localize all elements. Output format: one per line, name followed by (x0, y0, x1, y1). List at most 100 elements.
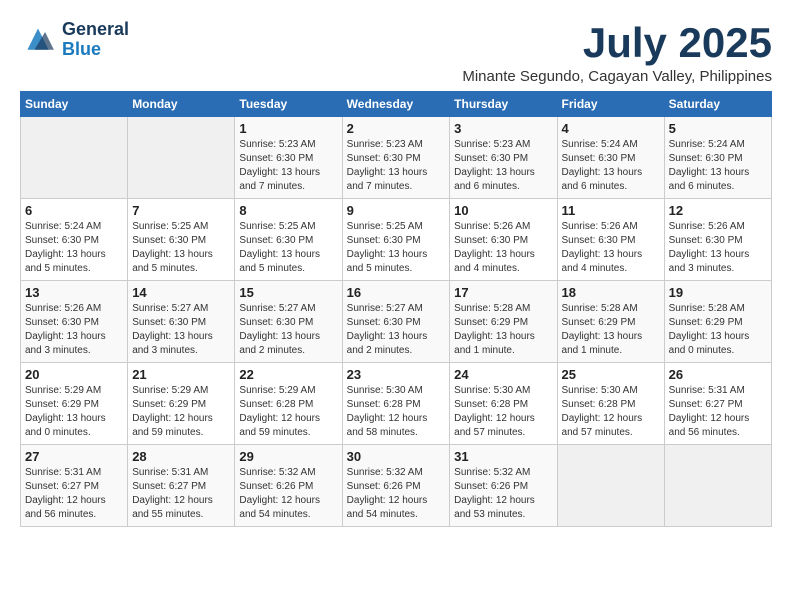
weekday-header-tuesday: Tuesday (235, 92, 342, 117)
day-number: 20 (25, 367, 123, 382)
calendar-cell: 5 Sunrise: 5:24 AM Sunset: 6:30 PM Daylig… (664, 117, 771, 199)
calendar-cell: 17Sunrise: 5:28 AM Sunset: 6:29 PM Dayli… (450, 281, 557, 363)
calendar-cell (664, 445, 771, 527)
weekday-header-monday: Monday (128, 92, 235, 117)
month-title: July 2025 (462, 20, 772, 66)
calendar-cell (128, 117, 235, 199)
calendar-cell: 30Sunrise: 5:32 AM Sunset: 6:26 PM Dayli… (342, 445, 450, 527)
location-subtitle: Minante Segundo, Cagayan Valley, Philipp… (462, 68, 772, 85)
day-number: 31 (454, 449, 552, 464)
calendar-cell: 6 Sunrise: 5:24 AM Sunset: 6:30 PM Daylig… (21, 199, 128, 281)
day-number: 22 (239, 367, 337, 382)
day-info: Sunrise: 5:31 AM Sunset: 6:27 PM Dayligh… (132, 466, 230, 522)
calendar-cell: 7Sunrise: 5:25 AM Sunset: 6:30 PM Daylig… (128, 199, 235, 281)
day-info: Sunrise: 5:23 AM Sunset: 6:30 PM Dayligh… (239, 138, 337, 194)
day-info: Sunrise: 5:26 AM Sunset: 6:30 PM Dayligh… (562, 220, 660, 276)
day-info: Sunrise: 5:29 AM Sunset: 6:28 PM Dayligh… (239, 384, 337, 440)
calendar-cell: 19 Sunrise: 5:28 AM Sunset: 6:29 PM Dayli… (664, 281, 771, 363)
day-number: 7 (132, 203, 230, 218)
day-number: 24 (454, 367, 552, 382)
day-info: Sunrise: 5:28 AM Sunset: 6:29 PM Dayligh… (454, 302, 552, 358)
calendar-cell: 16Sunrise: 5:27 AM Sunset: 6:30 PM Dayli… (342, 281, 450, 363)
day-info: Sunrise: 5:25 AM Sunset: 6:30 PM Dayligh… (239, 220, 337, 276)
day-number: 21 (132, 367, 230, 382)
day-number: 19 (669, 285, 767, 300)
day-number: 12 (669, 203, 767, 218)
day-info: Sunrise: 5:26 AM Sunset: 6:30 PM Dayligh… (25, 302, 123, 358)
day-info: Sunrise: 5:32 AM Sunset: 6:26 PM Dayligh… (454, 466, 552, 522)
day-info: Sunrise: 5:28 AM Sunset: 6:29 PM Dayligh… (669, 302, 767, 358)
day-number: 5 (669, 121, 767, 136)
calendar-cell: 14 Sunrise: 5:27 AM Sunset: 6:30 PM Dayli… (128, 281, 235, 363)
calendar-week-3: 13 Sunrise: 5:26 AM Sunset: 6:30 PM Dayli… (21, 281, 772, 363)
day-info: Sunrise: 5:30 AM Sunset: 6:28 PM Dayligh… (454, 384, 552, 440)
calendar-cell (557, 445, 664, 527)
day-info: Sunrise: 5:31 AM Sunset: 6:27 PM Dayligh… (669, 384, 767, 440)
day-number: 11 (562, 203, 660, 218)
calendar-cell: 1Sunrise: 5:23 AM Sunset: 6:30 PM Daylig… (235, 117, 342, 199)
day-number: 25 (562, 367, 660, 382)
calendar-cell: 25 Sunrise: 5:30 AM Sunset: 6:28 PM Dayli… (557, 363, 664, 445)
calendar-cell: 21 Sunrise: 5:29 AM Sunset: 6:29 PM Dayli… (128, 363, 235, 445)
day-number: 27 (25, 449, 123, 464)
day-number: 4 (562, 121, 660, 136)
day-number: 14 (132, 285, 230, 300)
calendar-cell: 22 Sunrise: 5:29 AM Sunset: 6:28 PM Dayli… (235, 363, 342, 445)
day-info: Sunrise: 5:26 AM Sunset: 6:30 PM Dayligh… (454, 220, 552, 276)
day-number: 28 (132, 449, 230, 464)
calendar-cell: 11 Sunrise: 5:26 AM Sunset: 6:30 PM Dayli… (557, 199, 664, 281)
calendar-week-4: 20 Sunrise: 5:29 AM Sunset: 6:29 PM Dayli… (21, 363, 772, 445)
calendar-cell: 29Sunrise: 5:32 AM Sunset: 6:26 PM Dayli… (235, 445, 342, 527)
day-number: 30 (347, 449, 446, 464)
logo-text: General Blue (62, 20, 129, 60)
day-info: Sunrise: 5:31 AM Sunset: 6:27 PM Dayligh… (25, 466, 123, 522)
day-info: Sunrise: 5:24 AM Sunset: 6:30 PM Dayligh… (25, 220, 123, 276)
day-info: Sunrise: 5:25 AM Sunset: 6:30 PM Dayligh… (347, 220, 446, 276)
day-number: 16 (347, 285, 446, 300)
calendar-cell: 15Sunrise: 5:27 AM Sunset: 6:30 PM Dayli… (235, 281, 342, 363)
weekday-header-saturday: Saturday (664, 92, 771, 117)
day-info: Sunrise: 5:27 AM Sunset: 6:30 PM Dayligh… (239, 302, 337, 358)
day-number: 10 (454, 203, 552, 218)
calendar-week-1: 1Sunrise: 5:23 AM Sunset: 6:30 PM Daylig… (21, 117, 772, 199)
logo-icon (20, 25, 56, 55)
day-number: 3 (454, 121, 552, 136)
calendar-week-5: 27 Sunrise: 5:31 AM Sunset: 6:27 PM Dayli… (21, 445, 772, 527)
calendar-cell (21, 117, 128, 199)
calendar-cell: 24 Sunrise: 5:30 AM Sunset: 6:28 PM Dayli… (450, 363, 557, 445)
calendar-cell: 4 Sunrise: 5:24 AM Sunset: 6:30 PM Daylig… (557, 117, 664, 199)
calendar-cell: 26 Sunrise: 5:31 AM Sunset: 6:27 PM Dayli… (664, 363, 771, 445)
day-number: 23 (347, 367, 446, 382)
calendar-cell: 20 Sunrise: 5:29 AM Sunset: 6:29 PM Dayli… (21, 363, 128, 445)
day-info: Sunrise: 5:29 AM Sunset: 6:29 PM Dayligh… (25, 384, 123, 440)
day-info: Sunrise: 5:24 AM Sunset: 6:30 PM Dayligh… (669, 138, 767, 194)
calendar-cell: 18Sunrise: 5:28 AM Sunset: 6:29 PM Dayli… (557, 281, 664, 363)
calendar-cell: 2 Sunrise: 5:23 AM Sunset: 6:30 PM Daylig… (342, 117, 450, 199)
day-info: Sunrise: 5:27 AM Sunset: 6:30 PM Dayligh… (132, 302, 230, 358)
day-number: 8 (239, 203, 337, 218)
day-number: 13 (25, 285, 123, 300)
day-info: Sunrise: 5:30 AM Sunset: 6:28 PM Dayligh… (562, 384, 660, 440)
day-number: 6 (25, 203, 123, 218)
day-number: 29 (239, 449, 337, 464)
calendar-cell: 8 Sunrise: 5:25 AM Sunset: 6:30 PM Daylig… (235, 199, 342, 281)
calendar-week-2: 6 Sunrise: 5:24 AM Sunset: 6:30 PM Daylig… (21, 199, 772, 281)
calendar-cell: 23 Sunrise: 5:30 AM Sunset: 6:28 PM Dayli… (342, 363, 450, 445)
day-number: 9 (347, 203, 446, 218)
calendar-table: SundayMondayTuesdayWednesdayThursdayFrid… (20, 91, 772, 527)
day-info: Sunrise: 5:29 AM Sunset: 6:29 PM Dayligh… (132, 384, 230, 440)
calendar-cell: 28 Sunrise: 5:31 AM Sunset: 6:27 PM Dayli… (128, 445, 235, 527)
day-number: 26 (669, 367, 767, 382)
day-number: 2 (347, 121, 446, 136)
weekday-header-friday: Friday (557, 92, 664, 117)
day-info: Sunrise: 5:23 AM Sunset: 6:30 PM Dayligh… (454, 138, 552, 194)
day-info: Sunrise: 5:26 AM Sunset: 6:30 PM Dayligh… (669, 220, 767, 276)
page-header: General Blue July 2025 Minante Segundo, … (20, 20, 772, 85)
weekday-header-thursday: Thursday (450, 92, 557, 117)
calendar-cell: 12 Sunrise: 5:26 AM Sunset: 6:30 PM Dayli… (664, 199, 771, 281)
weekday-header-wednesday: Wednesday (342, 92, 450, 117)
calendar-cell: 10 Sunrise: 5:26 AM Sunset: 6:30 PM Dayli… (450, 199, 557, 281)
day-info: Sunrise: 5:30 AM Sunset: 6:28 PM Dayligh… (347, 384, 446, 440)
day-info: Sunrise: 5:23 AM Sunset: 6:30 PM Dayligh… (347, 138, 446, 194)
day-info: Sunrise: 5:24 AM Sunset: 6:30 PM Dayligh… (562, 138, 660, 194)
